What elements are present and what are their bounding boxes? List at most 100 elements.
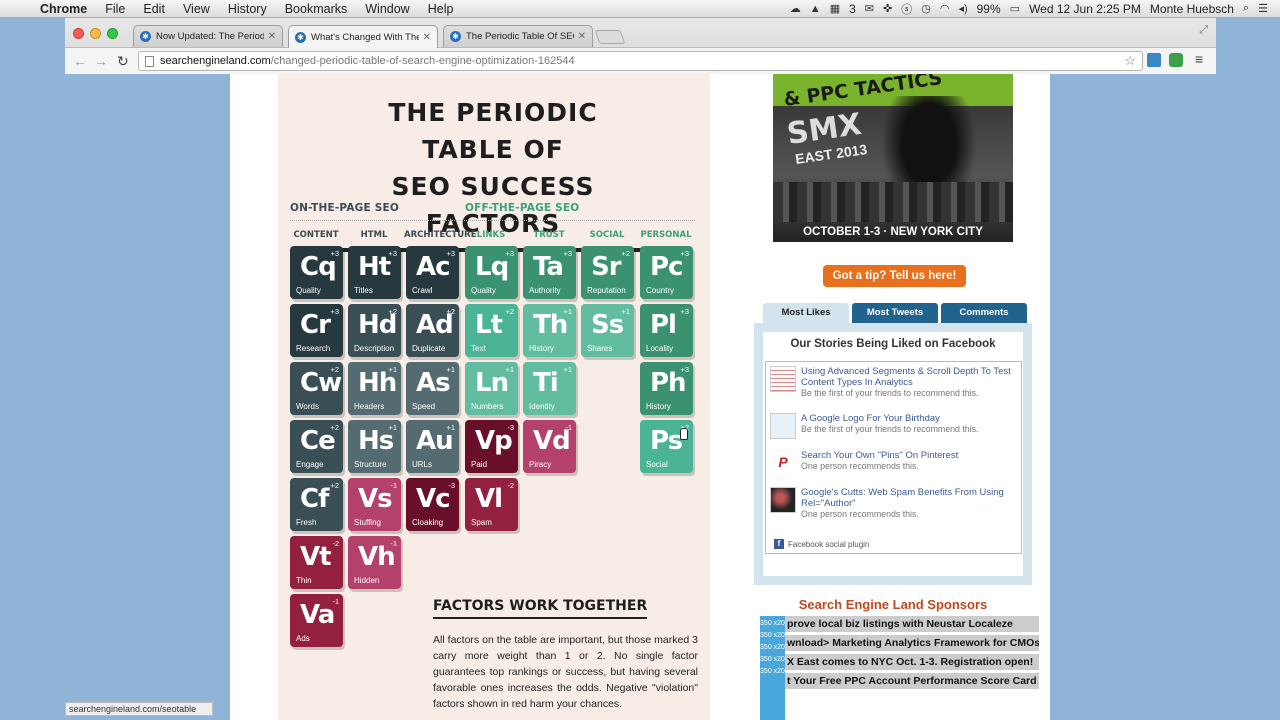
- periodic-element[interactable]: Cf +2 Fresh: [290, 478, 343, 531]
- periodic-element[interactable]: Hs +1 Structure: [348, 420, 401, 473]
- skype-icon[interactable]: ⓢ: [901, 1, 912, 17]
- list-item[interactable]: P Search Your Own "Pins" On Pinterest On…: [770, 450, 1016, 476]
- tab-whats-changed[interactable]: ✱ What's Changed With The ✕: [288, 25, 438, 48]
- tip-button[interactable]: Got a tip? Tell us here!: [823, 265, 966, 287]
- close-tab-icon[interactable]: ✕: [268, 31, 276, 42]
- periodic-element[interactable]: Hd +2 Description: [348, 304, 401, 357]
- element-symbol: As: [416, 368, 451, 398]
- forward-icon[interactable]: →: [94, 53, 108, 69]
- periodic-element[interactable]: Vt -2 Thin: [290, 536, 343, 589]
- chrome-menu-icon[interactable]: ≡: [1195, 51, 1203, 67]
- story-title[interactable]: A Google Logo For Your Birthday: [801, 413, 1016, 424]
- battery-percent[interactable]: 99%: [977, 2, 1001, 16]
- periodic-element[interactable]: Ph +3 History: [640, 362, 693, 415]
- smx-ad-banner[interactable]: & PPC TACTICS SMX EAST 2013 OCTOBER 1-3 …: [773, 74, 1013, 242]
- facebook-plugin-footer[interactable]: f Facebook social plugin: [774, 539, 869, 549]
- element-symbol: Lt: [475, 310, 503, 340]
- address-bar[interactable]: searchengineland.com/changed-periodic-ta…: [138, 51, 1143, 71]
- periodic-element[interactable]: Th +1 History: [523, 304, 576, 357]
- zoom-window-button[interactable]: [107, 28, 118, 39]
- periodic-element[interactable]: As +1 Speed: [406, 362, 459, 415]
- periodic-element[interactable]: Lq +3 Quality: [465, 246, 518, 299]
- close-window-button[interactable]: [73, 28, 84, 39]
- cloud-icon[interactable]: ☁: [790, 2, 801, 15]
- fullscreen-icon[interactable]: ⤢: [1199, 24, 1208, 37]
- tab-periodic-table[interactable]: ✱ The Periodic Table Of SEO ✕: [443, 25, 593, 47]
- periodic-table-infographic[interactable]: THE PERIODIC TABLE OF SEO SUCCESS FACTOR…: [278, 74, 710, 720]
- list-item[interactable]: Google's Cutts: Web Spam Benefits From U…: [770, 487, 1016, 520]
- wifi-icon[interactable]: ◠: [940, 2, 950, 15]
- close-tab-icon[interactable]: ✕: [423, 32, 431, 43]
- minimize-window-button[interactable]: [90, 28, 101, 39]
- calendar-icon[interactable]: ▦: [830, 2, 840, 15]
- periodic-element[interactable]: Ad +2 Duplicate: [406, 304, 459, 357]
- periodic-element[interactable]: Pl +3 Locality: [640, 304, 693, 357]
- story-title[interactable]: Search Your Own "Pins" On Pinterest: [801, 450, 1016, 461]
- story-title[interactable]: Using Advanced Segments & Scroll Depth T…: [801, 366, 1016, 388]
- periodic-element[interactable]: Vd -1 Piracy: [523, 420, 576, 473]
- menu-view[interactable]: View: [174, 2, 219, 16]
- volume-icon[interactable]: ◂): [958, 2, 967, 15]
- back-icon[interactable]: ←: [73, 53, 87, 69]
- periodic-element[interactable]: Vs -1 Stuffing: [348, 478, 401, 531]
- periodic-element[interactable]: Vl -2 Spam: [465, 478, 518, 531]
- bookmark-star-icon[interactable]: ☆: [1124, 53, 1136, 69]
- sponsor-link[interactable]: prove local biz listings with Neustar Lo…: [763, 616, 1039, 632]
- periodic-element[interactable]: Vh -1 Hidden: [348, 536, 401, 589]
- periodic-element[interactable]: Ce +2 Engage: [290, 420, 343, 473]
- periodic-element[interactable]: Hh +1 Headers: [348, 362, 401, 415]
- menu-file[interactable]: File: [96, 2, 134, 16]
- reload-icon[interactable]: ↻: [117, 53, 129, 70]
- list-item[interactable]: Using Advanced Segments & Scroll Depth T…: [770, 366, 1016, 399]
- periodic-element[interactable]: Ln +1 Numbers: [465, 362, 518, 415]
- menu-history[interactable]: History: [219, 2, 276, 16]
- periodic-element[interactable]: Ti +1 Identity: [523, 362, 576, 415]
- story-title[interactable]: Google's Cutts: Web Spam Benefits From U…: [801, 487, 1016, 509]
- periodic-element[interactable]: Pc +3 Country: [640, 246, 693, 299]
- menu-bookmarks[interactable]: Bookmarks: [276, 2, 357, 16]
- tab-most-likes[interactable]: Most Likes: [763, 303, 849, 323]
- clock[interactable]: Wed 12 Jun 2:25 PM: [1029, 2, 1141, 16]
- notification-center-icon[interactable]: ☰: [1258, 2, 1268, 15]
- menu-app[interactable]: Chrome: [40, 2, 96, 16]
- extension-evernote-icon[interactable]: [1169, 53, 1183, 67]
- app-icon[interactable]: ✜: [883, 2, 892, 15]
- tab-most-tweets[interactable]: Most Tweets: [852, 303, 938, 323]
- periodic-element[interactable]: Vc -3 Cloaking: [406, 478, 459, 531]
- spotlight-icon[interactable]: ⌕: [1243, 2, 1249, 15]
- tab-comments[interactable]: Comments: [941, 303, 1027, 323]
- periodic-element[interactable]: Cq +3 Quality: [290, 246, 343, 299]
- periodic-element[interactable]: Va -1 Ads: [290, 594, 343, 647]
- sponsor-link[interactable]: wnload> Marketing Analytics Framework fo…: [763, 635, 1039, 651]
- sponsor-link[interactable]: X East comes to NYC Oct. 1-3. Registrati…: [763, 654, 1039, 670]
- list-item[interactable]: A Google Logo For Your Birthday Be the f…: [770, 413, 1016, 439]
- periodic-element[interactable]: Ta +3 Authority: [523, 246, 576, 299]
- menu-edit[interactable]: Edit: [134, 2, 174, 16]
- menu-window[interactable]: Window: [356, 2, 418, 16]
- drive-icon[interactable]: ▲: [810, 3, 821, 15]
- user-name[interactable]: Monte Huebsch: [1150, 2, 1234, 16]
- mail-icon[interactable]: ✉: [865, 2, 874, 15]
- periodic-element[interactable]: Ss +1 Shares: [581, 304, 634, 357]
- periodic-element[interactable]: Vp -3 Paid: [465, 420, 518, 473]
- element-weight: +2: [330, 365, 339, 374]
- element-weight: -1: [565, 423, 572, 432]
- tab-now-updated[interactable]: ✱ Now Updated: The Periodic ✕: [133, 25, 283, 47]
- battery-icon[interactable]: ▭: [1010, 2, 1020, 15]
- periodic-element[interactable]: Au +1 URLs: [406, 420, 459, 473]
- sponsor-tower-ad[interactable]: 350 x20 350 x20 350 x20 350 x20 350 x20: [760, 616, 785, 720]
- periodic-element[interactable]: Cw +2 Words: [290, 362, 343, 415]
- new-tab-button[interactable]: [594, 30, 626, 44]
- timemachine-icon[interactable]: ◷: [921, 2, 931, 15]
- periodic-element[interactable]: Lt +2 Text: [465, 304, 518, 357]
- periodic-element[interactable]: Cr +3 Research: [290, 304, 343, 357]
- periodic-element[interactable]: Ht +3 Titles: [348, 246, 401, 299]
- extension-chart-icon[interactable]: [1147, 53, 1161, 67]
- periodic-element[interactable]: Sr +2 Reputation: [581, 246, 634, 299]
- element-name: Shares: [587, 344, 613, 353]
- menu-help[interactable]: Help: [419, 2, 463, 16]
- periodic-element[interactable]: Ac +3 Crawl: [406, 246, 459, 299]
- sponsor-link[interactable]: t Your Free PPC Account Performance Scor…: [763, 673, 1039, 689]
- column-header: LINKS: [476, 230, 506, 240]
- close-tab-icon[interactable]: ✕: [578, 31, 586, 42]
